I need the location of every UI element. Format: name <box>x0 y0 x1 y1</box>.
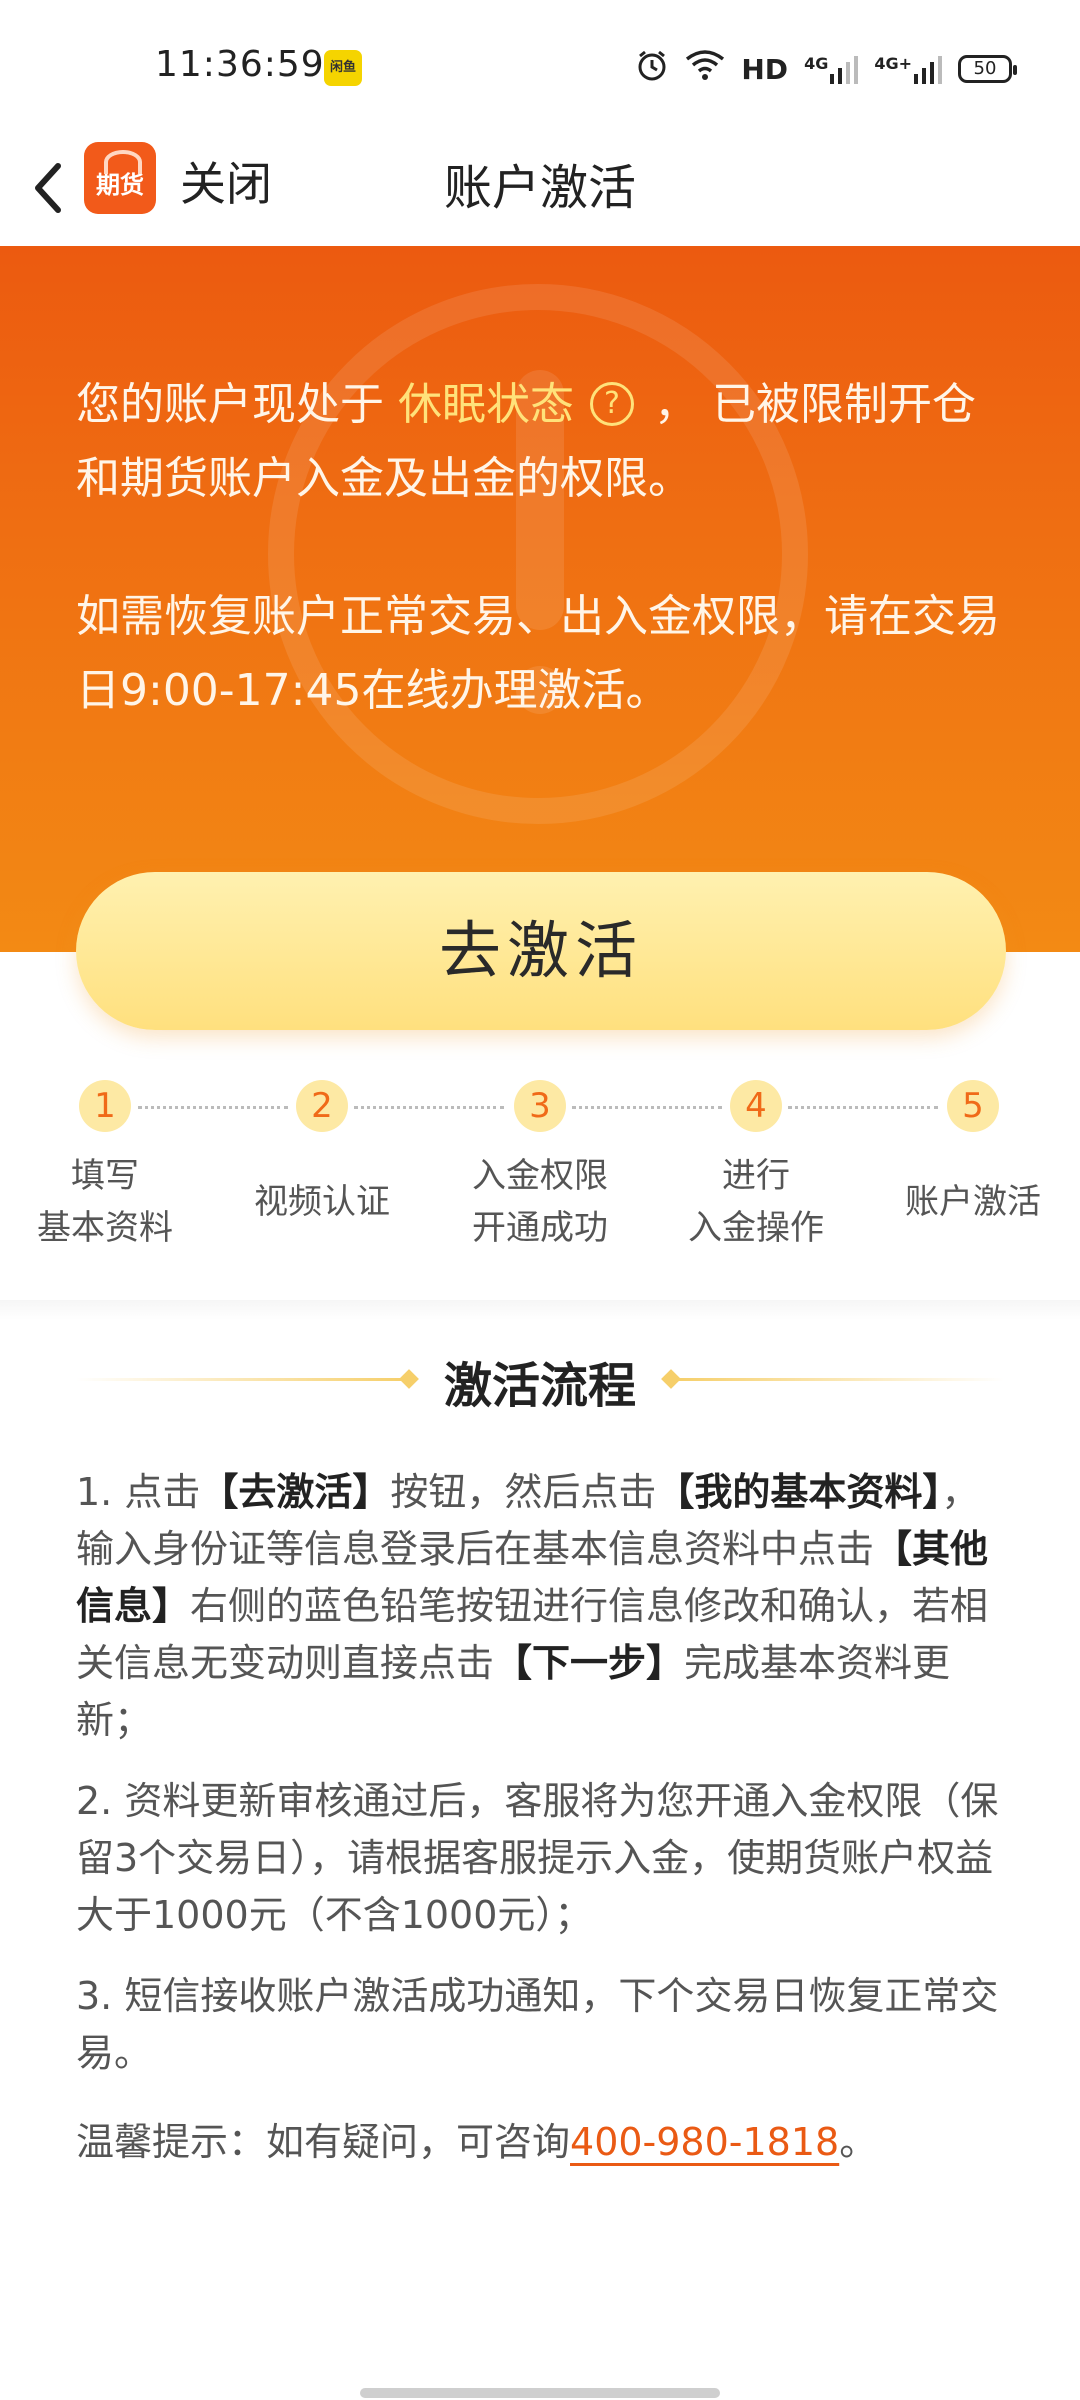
text-segment: 按钮，然后点击 <box>390 1470 657 1514</box>
step-number: 5 <box>947 1080 999 1132</box>
help-icon[interactable]: ? <box>590 382 634 426</box>
process-item-2: 2. 资料更新审核通过后，客服将为您开通入金权限（保留3个交易日），请根据客服提… <box>76 1779 999 1937</box>
process-steps-text: 1. 点击【去激活】按钮，然后点击【我的基本资料】，输入身份证等信息登录后在基本… <box>76 1464 1006 2195</box>
step-label: 进行 入金操作 <box>688 1156 824 1248</box>
bold-segment: 【去激活】 <box>200 1470 391 1514</box>
step-label: 填写 基本资料 <box>37 1156 173 1248</box>
step-label: 账户激活 <box>905 1182 1041 1222</box>
step-5: 5 账户激活 <box>873 1080 1073 1228</box>
hero-line1-prefix: 您的账户现处于 <box>76 379 398 430</box>
wifi-icon <box>685 49 725 89</box>
tip-suffix: 。 <box>839 2120 878 2164</box>
step-label: 视频认证 <box>254 1182 390 1222</box>
decorative-line-right <box>674 1378 1004 1381</box>
phone-link[interactable]: 400-980-1818 <box>570 2120 839 2164</box>
signal-icon-1: 4G <box>804 54 859 84</box>
signal-icon-2: 4G+ <box>874 54 942 84</box>
step-4: 4 进行 入金操作 <box>656 1080 856 1254</box>
step-2: 2 视频认证 <box>222 1080 422 1228</box>
section-divider <box>0 1300 1080 1320</box>
hero-paragraph-1: 您的账户现处于 休眠状态?， 已被限制开仓和期货账户入金及出金的权限。 <box>76 368 1016 516</box>
hd-indicator: HD <box>741 52 789 86</box>
header: 期货 关闭 账户激活 <box>0 136 1080 246</box>
hero-banner: 您的账户现处于 休眠状态?， 已被限制开仓和期货账户入金及出金的权限。 如需恢复… <box>0 246 1080 952</box>
hero-paragraph-2: 如需恢复账户正常交易、出入金权限，请在交易日9:00-17:45在线办理激活。 <box>76 591 1000 716</box>
status-icons: HD 4G 4G+ 50 <box>635 48 1017 90</box>
dormant-status: 休眠状态 <box>398 379 574 430</box>
text-segment: 1. 点击 <box>76 1470 201 1514</box>
process-item-1: 1. 点击【去激活】按钮，然后点击【我的基本资料】，输入身份证等信息登录后在基本… <box>76 1464 1006 1749</box>
step-number: 1 <box>79 1080 131 1132</box>
process-title: 激活流程 <box>443 1358 636 1414</box>
step-label: 入金权限 开通成功 <box>472 1156 608 1248</box>
alarm-icon <box>635 48 669 90</box>
process-header: 激活流程 <box>0 1340 1080 1420</box>
signal-label-2: 4G+ <box>874 54 912 73</box>
activate-button[interactable]: 去激活 <box>76 872 1006 1030</box>
help-tip: 温馨提示：如有疑问，可咨询400-980-1818。 <box>76 2114 1006 2171</box>
step-1: 1 填写 基本资料 <box>5 1080 205 1254</box>
bold-segment: 【下一步】 <box>494 1641 685 1685</box>
home-indicator[interactable] <box>360 2388 720 2398</box>
status-time: 11:36:59 <box>155 44 325 85</box>
activation-steps: 1 填写 基本资料 2 视频认证 3 入金权限 开通成功 4 进行 入金操作 5… <box>0 1080 1080 1300</box>
process-item-3: 3. 短信接收账户激活成功通知，下个交易日恢复正常交易。 <box>76 1974 999 2075</box>
hero-text: 您的账户现处于 休眠状态?， 已被限制开仓和期货账户入金及出金的权限。 如需恢复… <box>76 368 1016 728</box>
page-title: 账户激活 <box>443 160 636 216</box>
step-number: 4 <box>730 1080 782 1132</box>
step-3: 3 入金权限 开通成功 <box>440 1080 640 1254</box>
status-bar: 11:36:59 闲鱼 HD 4G 4G+ 50 <box>0 0 1080 136</box>
step-number: 2 <box>296 1080 348 1132</box>
tip-text: 温馨提示：如有疑问，可咨询 <box>76 2120 571 2164</box>
step-number: 3 <box>514 1080 566 1132</box>
battery-icon: 50 <box>958 55 1017 83</box>
notification-app-icon: 闲鱼 <box>324 50 362 86</box>
signal-label-1: 4G <box>804 54 829 73</box>
bold-segment: 【我的基本资料】 <box>656 1470 942 1514</box>
